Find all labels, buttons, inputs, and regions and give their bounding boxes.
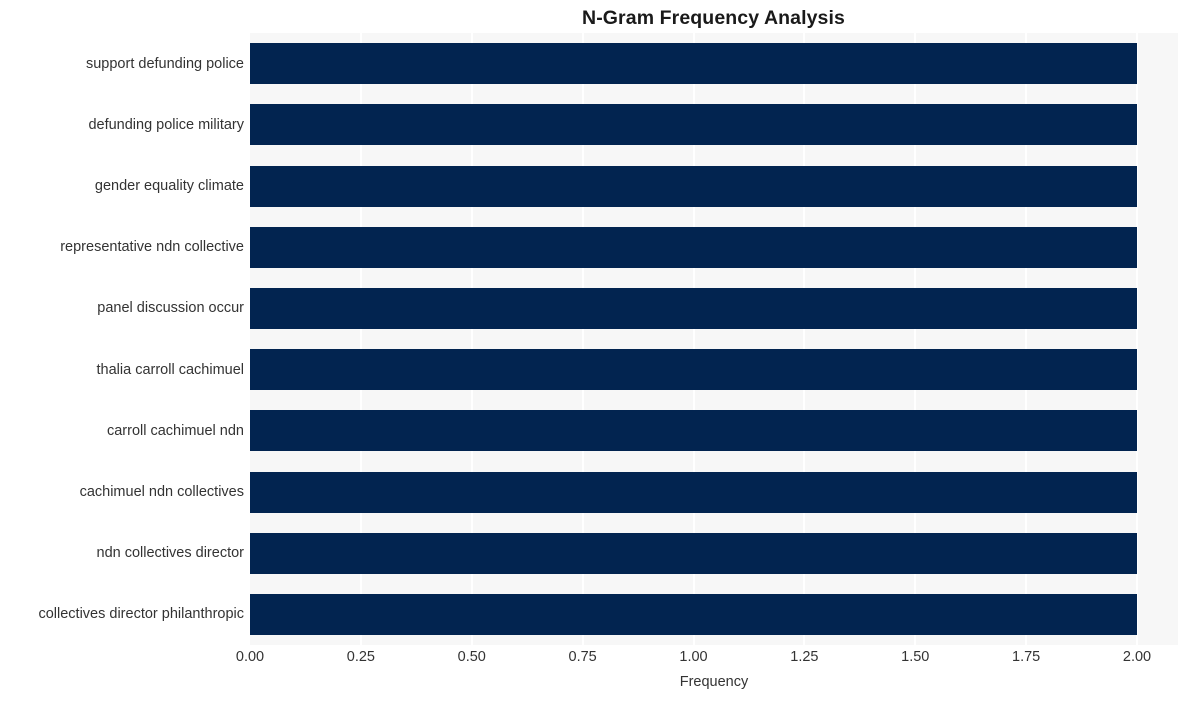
x-axis-tick-label: 1.00 bbox=[679, 649, 708, 665]
bar[interactable] bbox=[250, 410, 1137, 452]
bar[interactable] bbox=[250, 471, 1137, 513]
x-axis-tick-label: 2.00 bbox=[1122, 649, 1152, 665]
x-axis-title: Frequency bbox=[679, 674, 749, 690]
bar-row bbox=[250, 532, 1178, 574]
chart-title: N-Gram Frequency Analysis bbox=[582, 7, 845, 29]
bar[interactable] bbox=[250, 593, 1137, 635]
x-axis-tick-label: 0.50 bbox=[457, 649, 486, 665]
bar-row bbox=[250, 226, 1178, 268]
bar[interactable] bbox=[250, 532, 1137, 574]
x-axis-tick-labels: 0.00 0.25 0.50 0.75 1.00 1.25 1.50 1.75 2.00 bbox=[236, 649, 1178, 669]
y-axis-tick-label: gender equality climate bbox=[94, 178, 244, 194]
bar-row bbox=[250, 165, 1178, 207]
bar-row bbox=[250, 287, 1178, 329]
x-axis-tick-label: 1.25 bbox=[790, 649, 819, 665]
bar[interactable] bbox=[250, 349, 1137, 391]
x-axis-tick-label: 1.75 bbox=[1012, 649, 1041, 665]
y-axis-tick-label: ndn collectives director bbox=[96, 545, 245, 562]
y-axis-tick-label: carroll cachimuel ndn bbox=[106, 422, 244, 439]
bar[interactable] bbox=[250, 287, 1137, 329]
y-axis-tick-label: collectives director philanthropic bbox=[38, 606, 244, 623]
bar-row bbox=[250, 104, 1178, 146]
x-axis-tick-label: 0.25 bbox=[346, 649, 375, 665]
y-axis-tick-label: cachimuel ndn collectives bbox=[79, 484, 244, 500]
y-axis-tick-label: thalia carroll cachimuel bbox=[96, 361, 244, 378]
bar[interactable] bbox=[250, 43, 1137, 85]
plot-area bbox=[250, 33, 1178, 645]
bar[interactable] bbox=[250, 165, 1137, 207]
y-axis-tick-label: support defunding police bbox=[85, 55, 244, 72]
bar-row bbox=[250, 43, 1178, 85]
bar-row bbox=[250, 410, 1178, 452]
y-axis-tick-labels: support defunding police defunding police… bbox=[0, 33, 244, 645]
chart-figure: N-Gram Frequency Analysis support defund… bbox=[0, 0, 1190, 701]
x-axis-tick-label: 1.50 bbox=[901, 649, 930, 665]
y-axis-tick-label: representative ndn collective bbox=[60, 239, 244, 256]
x-axis-tick-label: 0.75 bbox=[568, 649, 597, 665]
y-axis-tick-label: defunding police military bbox=[88, 116, 244, 133]
bar-row bbox=[250, 349, 1178, 391]
y-axis-tick-label: panel discussion occur bbox=[97, 300, 244, 317]
bar[interactable] bbox=[250, 226, 1137, 268]
bar[interactable] bbox=[250, 104, 1137, 146]
bar-row bbox=[250, 471, 1178, 513]
bar-row bbox=[250, 593, 1178, 635]
bars-layer bbox=[250, 33, 1178, 645]
x-axis-tick-label: 0.00 bbox=[235, 649, 265, 665]
